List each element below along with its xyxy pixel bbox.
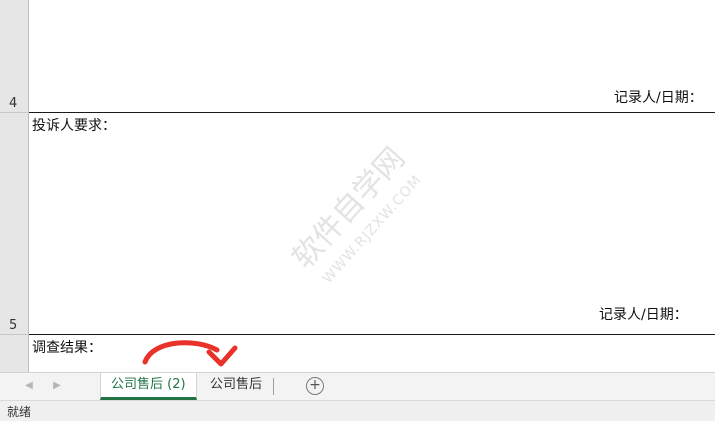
watermark-title: 软件自学网 — [286, 141, 412, 276]
sheet-tab-active[interactable]: 公司售后 (2) — [100, 373, 197, 400]
cell-border — [29, 334, 715, 335]
tab-separator — [273, 378, 274, 395]
watermark-url: WWW.RJZXW.COM — [320, 172, 426, 287]
status-bar: 就绪 — [0, 400, 715, 421]
sheet-tab[interactable]: 公司售后 — [200, 373, 272, 400]
recorder-date-label: 记录人/日期： — [614, 90, 703, 106]
chevron-left-icon[interactable]: ◀ — [20, 377, 38, 395]
row-number-4[interactable]: 4 — [0, 96, 28, 111]
watermark: 软件自学网 WWW.RJZXW.COM — [286, 141, 426, 287]
cell-border — [29, 112, 715, 113]
row-header-column — [0, 0, 29, 372]
chevron-right-icon[interactable]: ▶ — [48, 377, 66, 395]
status-ready: 就绪 — [7, 405, 32, 419]
row-divider — [0, 112, 29, 113]
row-number-5[interactable]: 5 — [0, 318, 28, 333]
plus-circle-icon[interactable]: + — [306, 377, 324, 395]
recorder-date-label: 记录人/日期： — [599, 307, 688, 323]
complainant-request-label: 投诉人要求： — [32, 118, 116, 134]
spreadsheet-grid[interactable]: 4 记录人/日期： 投诉人要求： 记录人/日期： 5 调查结果： 软件自学网 W… — [0, 0, 715, 372]
row-divider — [0, 334, 29, 335]
investigation-result-label: 调查结果： — [32, 340, 102, 356]
sheet-tab-bar: ◀ ▶ 公司售后 (2) 公司售后 + — [0, 372, 715, 400]
